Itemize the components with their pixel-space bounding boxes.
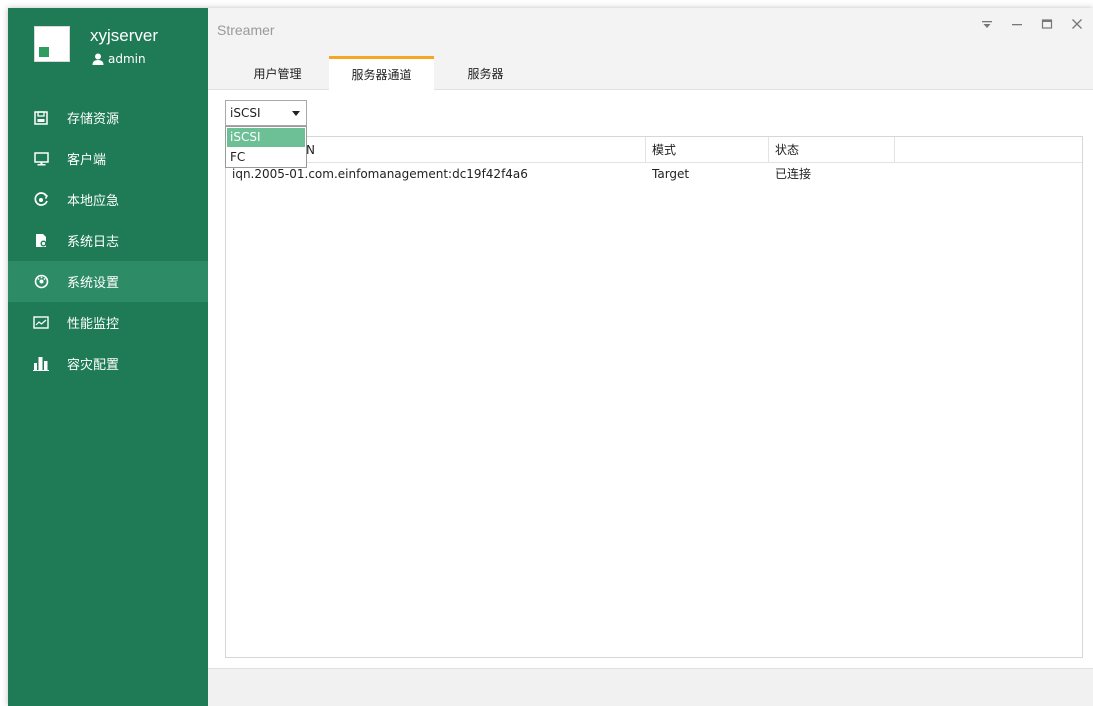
column-header-empty [895, 137, 1080, 163]
main-area: Streamer 用户管理 服务器通道 服务器 iSCSI N 模式 状态 iq… [208, 8, 1093, 706]
tab-server[interactable]: 服务器 [433, 56, 538, 90]
cell-empty [895, 164, 1080, 188]
content-panel: iSCSI N 模式 状态 iqn.2005-01.com.einfomanag… [208, 90, 1093, 668]
cell-mode: Target [652, 167, 690, 181]
dropdown-option-iscsi[interactable]: iSCSI [227, 128, 305, 147]
monitor-icon [32, 150, 50, 168]
window-controls [979, 16, 1085, 32]
sidebar-item-label: 系统设置 [67, 276, 120, 291]
user-name: admin [108, 52, 146, 66]
menu-dropdown-icon[interactable] [979, 16, 995, 32]
channel-table: N 模式 状态 iqn.2005-01.com.einfomanagement:… [225, 136, 1083, 658]
sidebar-item-system-settings[interactable]: 系统设置 [8, 261, 208, 302]
sidebar-item-client[interactable]: 客户端 [8, 138, 208, 179]
tab-bar: 用户管理 服务器通道 服务器 [208, 52, 1093, 90]
sidebar: xyjserver admin 存储资源 客户端 本地应急 系统日志 系统设置 … [8, 8, 208, 706]
avatar-mark [39, 47, 49, 57]
sidebar-item-disaster-recovery[interactable]: 容灾配置 [8, 343, 208, 384]
maximize-icon[interactable] [1039, 16, 1055, 32]
table-row[interactable]: iqn.2005-01.com.einfomanagement:dc19f42f… [226, 164, 1082, 188]
status-footer [208, 668, 1093, 706]
server-avatar [34, 26, 70, 62]
sidebar-item-performance[interactable]: 性能监控 [8, 302, 208, 343]
log-file-icon [32, 232, 50, 250]
server-name: xyjserver [90, 26, 159, 45]
chevron-down-icon [292, 111, 300, 116]
settings-icon [32, 273, 50, 291]
sidebar-item-label: 存储资源 [67, 112, 120, 127]
save-icon [32, 109, 50, 127]
chart-icon [32, 314, 50, 332]
protocol-select-value: iSCSI [230, 106, 261, 120]
column-header-mode[interactable]: 模式 [646, 137, 769, 163]
app-window: xyjserver admin 存储资源 客户端 本地应急 系统日志 系统设置 … [8, 8, 1093, 706]
sidebar-item-local-emergency[interactable]: 本地应急 [8, 179, 208, 220]
title-bar: Streamer [208, 8, 1093, 52]
sidebar-nav: 存储资源 客户端 本地应急 系统日志 系统设置 性能监控 容灾配置 [8, 97, 208, 384]
column-header-status[interactable]: 状态 [769, 137, 895, 163]
user-line: admin [92, 52, 146, 66]
close-icon[interactable] [1069, 16, 1085, 32]
cell-status: 已连接 [775, 167, 812, 181]
tab-server-channel[interactable]: 服务器通道 [329, 56, 434, 90]
user-icon [92, 53, 104, 65]
protocol-dropdown-list: iSCSI FC [225, 126, 307, 168]
sidebar-item-label: 客户端 [67, 153, 107, 168]
dropdown-option-fc[interactable]: FC [227, 148, 305, 167]
sidebar-item-label: 本地应急 [67, 194, 120, 209]
sidebar-item-label: 性能监控 [67, 317, 120, 332]
sidebar-item-label: 容灾配置 [67, 358, 120, 373]
emergency-icon [32, 191, 50, 209]
app-title: Streamer [217, 22, 275, 38]
sidebar-item-storage[interactable]: 存储资源 [8, 97, 208, 138]
profile-panel: xyjserver admin [8, 8, 208, 90]
protocol-select[interactable]: iSCSI [225, 100, 307, 126]
table-header: N 模式 状态 [226, 137, 1082, 163]
tab-user-management[interactable]: 用户管理 [225, 56, 330, 90]
minimize-icon[interactable] [1009, 16, 1025, 32]
building-icon [32, 355, 50, 373]
sidebar-item-label: 系统日志 [67, 235, 120, 250]
sidebar-item-system-log[interactable]: 系统日志 [8, 220, 208, 261]
